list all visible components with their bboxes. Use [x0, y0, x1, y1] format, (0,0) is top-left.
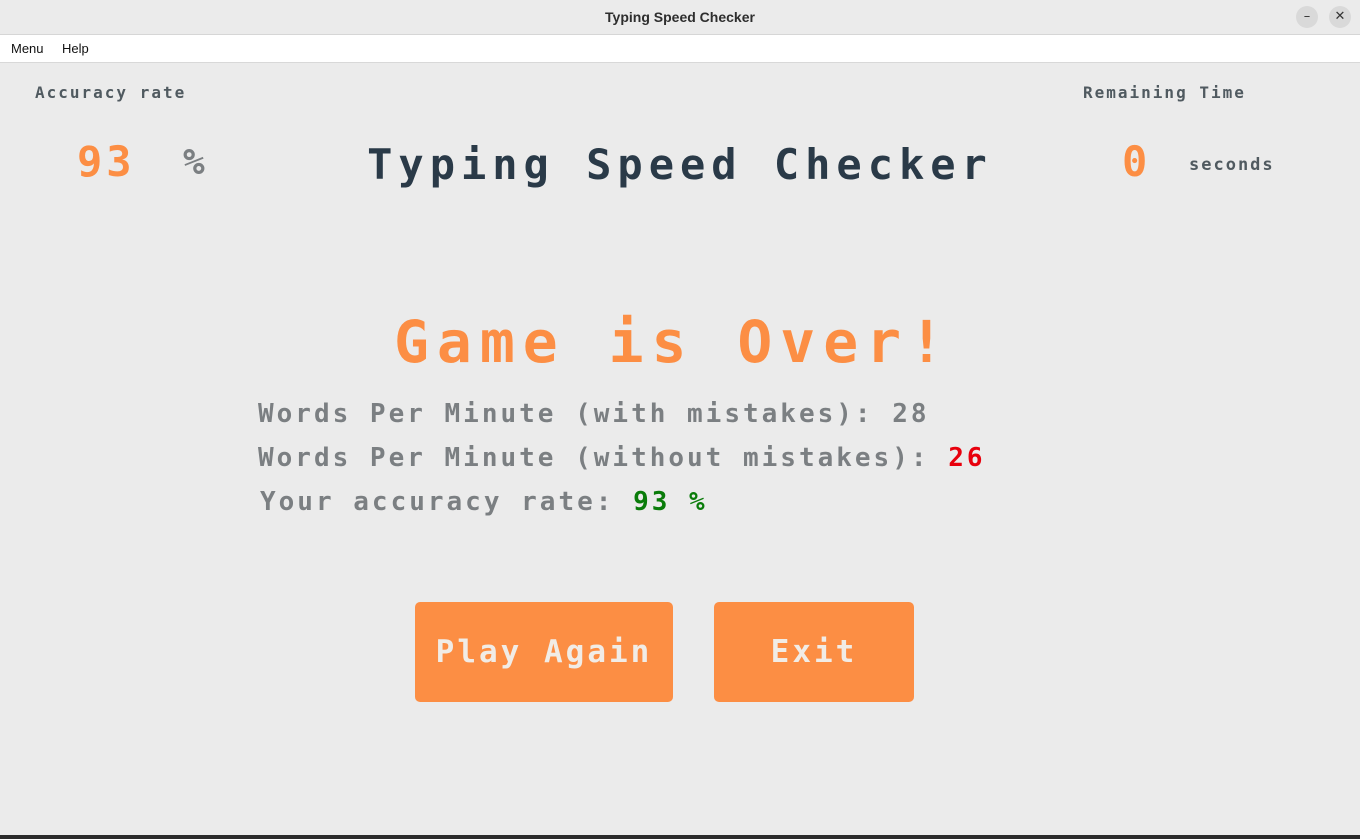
wpm-with-mistakes-row: Words Per Minute (with mistakes): 28 [258, 399, 930, 429]
game-over-heading: Game is Over! [394, 308, 952, 376]
menu-item-menu[interactable]: Menu [11, 41, 44, 56]
wpm-without-mistakes-row: Words Per Minute (without mistakes): 26 [258, 443, 986, 473]
wpm-without-mistakes-value: 26 [948, 443, 986, 473]
wpm-with-mistakes-value: 28 [892, 399, 930, 429]
wpm-with-mistakes-label: Words Per Minute (with mistakes): [258, 399, 874, 429]
app-title: Typing Speed Checker [367, 140, 993, 189]
accuracy-result-label: Your accuracy rate: [260, 487, 615, 517]
remaining-time-value: 0 [1122, 137, 1148, 186]
menubar: Menu Help [0, 35, 1360, 63]
accuracy-result-row: Your accuracy rate: 93 % [260, 487, 708, 517]
play-again-button[interactable]: Play Again [415, 602, 673, 702]
window-bottom-edge [0, 835, 1360, 839]
remaining-time-unit: seconds [1189, 155, 1275, 175]
menu-item-help[interactable]: Help [62, 41, 89, 56]
wpm-without-mistakes-label: Words Per Minute (without mistakes): [258, 443, 930, 473]
accuracy-label: Accuracy rate [35, 83, 187, 102]
minimize-icon[interactable]: – [1296, 6, 1318, 28]
exit-button[interactable]: Exit [714, 602, 914, 702]
window-titlebar: Typing Speed Checker – ✕ [0, 0, 1360, 35]
accuracy-result-value: 93 % [633, 487, 708, 517]
close-icon[interactable]: ✕ [1329, 6, 1351, 28]
remaining-time-label: Remaining Time [1083, 83, 1246, 102]
window-title: Typing Speed Checker [605, 9, 755, 25]
